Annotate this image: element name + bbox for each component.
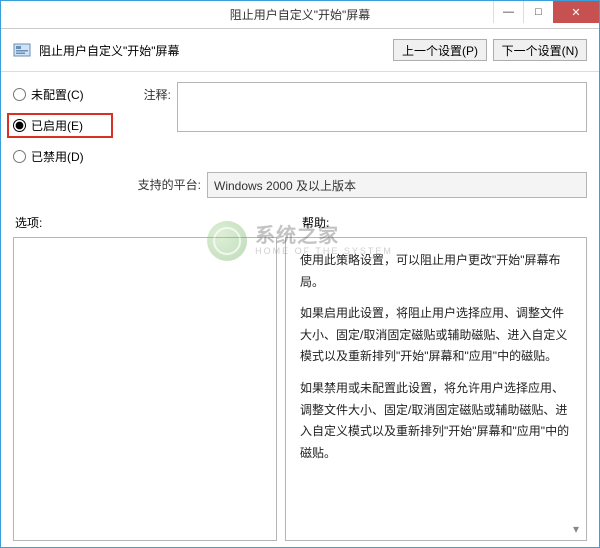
radio-disabled[interactable]: 已禁用(D) (13, 148, 113, 165)
policy-icon (13, 41, 31, 59)
header-bar: 阻止用户自定义"开始"屏幕 上一个设置(P) 下一个设置(N) (1, 29, 599, 72)
help-paragraph: 使用此策略设置，可以阻止用户更改"开始"屏幕布局。 (300, 250, 572, 293)
dialog-body: 未配置(C) 已启用(E) 已禁用(D) 注释: 支持的平台: (1, 72, 599, 547)
radio-enabled-input[interactable] (13, 119, 26, 132)
config-row: 未配置(C) 已启用(E) 已禁用(D) 注释: 支持的平台: (13, 82, 587, 198)
comment-input[interactable] (177, 82, 587, 132)
state-radios: 未配置(C) 已启用(E) 已禁用(D) (13, 82, 113, 165)
help-paragraph: 如果启用此设置，将阻止用户选择应用、调整文件大小、固定/取消固定磁贴或辅助磁贴、… (300, 303, 572, 368)
policy-editor-window: 阻止用户自定义"开始"屏幕 — □ ✕ 阻止用户自定义"开始"屏幕 上一个设置(… (0, 0, 600, 548)
radio-enabled-label: 已启用(E) (31, 117, 83, 134)
section-labels: 选项: 帮助: (13, 214, 587, 231)
radio-disabled-label: 已禁用(D) (31, 148, 84, 165)
help-paragraph: 如果禁用或未配置此设置，将允许用户选择应用、调整文件大小、固定/取消固定磁贴或辅… (300, 378, 572, 464)
platform-label: 支持的平台: (121, 172, 201, 193)
header-caption: 阻止用户自定义"开始"屏幕 (39, 42, 385, 59)
maximize-button[interactable]: □ (523, 1, 553, 23)
next-setting-button[interactable]: 下一个设置(N) (493, 39, 587, 61)
radio-not-configured-label: 未配置(C) (31, 86, 84, 103)
close-button[interactable]: ✕ (553, 1, 599, 23)
radio-not-configured-input[interactable] (13, 88, 26, 101)
panes: 使用此策略设置，可以阻止用户更改"开始"屏幕布局。 如果启用此设置，将阻止用户选… (13, 237, 587, 541)
titlebar: 阻止用户自定义"开始"屏幕 — □ ✕ (1, 1, 599, 29)
help-pane[interactable]: 使用此策略设置，可以阻止用户更改"开始"屏幕布局。 如果启用此设置，将阻止用户选… (285, 237, 587, 541)
minimize-button[interactable]: — (493, 1, 523, 23)
options-label: 选项: (13, 214, 300, 231)
comment-line: 注释: (121, 82, 587, 132)
help-label: 帮助: (300, 214, 587, 231)
scroll-arrow-icon[interactable]: ▾ (568, 522, 584, 538)
window-controls: — □ ✕ (493, 1, 599, 23)
supported-platform-field: Windows 2000 及以上版本 (207, 172, 587, 198)
platform-line: 支持的平台: Windows 2000 及以上版本 (121, 172, 587, 198)
radio-not-configured[interactable]: 未配置(C) (13, 86, 113, 103)
radio-enabled[interactable]: 已启用(E) (7, 113, 113, 138)
nav-buttons: 上一个设置(P) 下一个设置(N) (393, 39, 587, 61)
previous-setting-button[interactable]: 上一个设置(P) (393, 39, 487, 61)
radio-disabled-input[interactable] (13, 150, 26, 163)
right-column: 注释: 支持的平台: Windows 2000 及以上版本 (121, 82, 587, 198)
comment-label: 注释: (121, 82, 171, 103)
window-title: 阻止用户自定义"开始"屏幕 (230, 6, 371, 23)
options-pane[interactable] (13, 237, 277, 541)
